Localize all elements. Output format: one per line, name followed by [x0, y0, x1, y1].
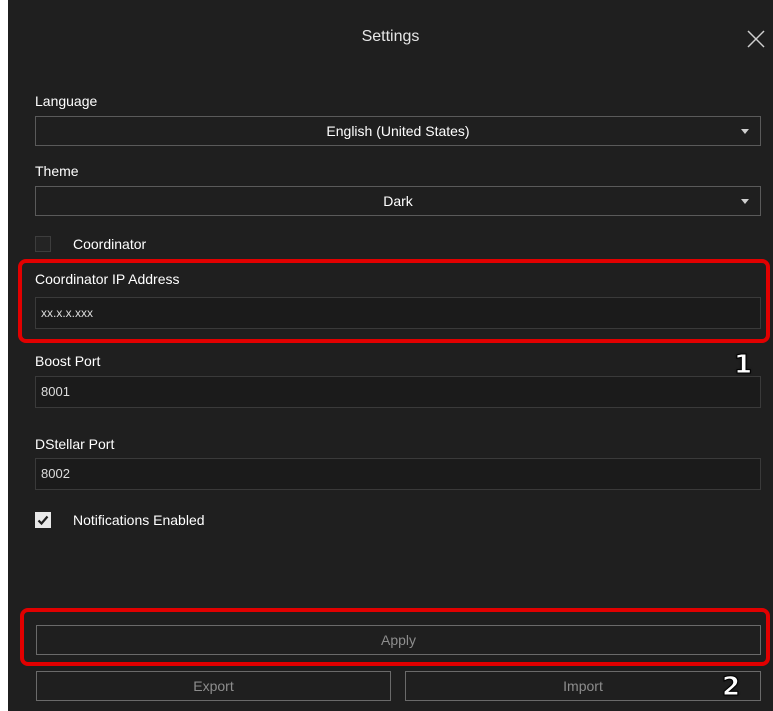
apply-button[interactable]: Apply — [36, 625, 761, 655]
theme-value: Dark — [383, 193, 413, 209]
theme-select[interactable]: Dark — [35, 186, 761, 216]
check-icon — [37, 515, 49, 526]
close-icon[interactable] — [746, 29, 766, 49]
export-button[interactable]: Export — [36, 671, 391, 701]
coordinator-checkbox-row[interactable]: Coordinator — [35, 235, 215, 255]
notifications-checkbox-row[interactable]: Notifications Enabled — [35, 511, 255, 531]
coordinator-checkbox[interactable] — [35, 236, 51, 252]
notifications-label: Notifications Enabled — [73, 512, 205, 528]
coordinator-ip-label: Coordinator IP Address — [35, 271, 180, 287]
language-value: English (United States) — [326, 123, 470, 139]
window-title: Settings — [361, 28, 420, 45]
boost-port-input[interactable]: 8001 — [35, 376, 761, 408]
settings-window: Settings Language English (United States… — [8, 0, 773, 711]
dstellar-port-label: DStellar Port — [35, 436, 115, 452]
chevron-down-icon — [741, 129, 749, 134]
notifications-checkbox[interactable] — [35, 512, 51, 528]
import-button[interactable]: Import — [405, 671, 761, 701]
chevron-down-icon — [741, 199, 749, 204]
coordinator-label: Coordinator — [73, 236, 147, 252]
theme-label: Theme — [35, 163, 79, 179]
coordinator-ip-input[interactable]: xx.x.x.xxx — [35, 297, 761, 329]
dstellar-port-input[interactable]: 8002 — [35, 458, 761, 490]
language-select[interactable]: English (United States) — [35, 116, 761, 146]
boost-port-label: Boost Port — [35, 353, 101, 369]
language-label: Language — [35, 93, 98, 109]
